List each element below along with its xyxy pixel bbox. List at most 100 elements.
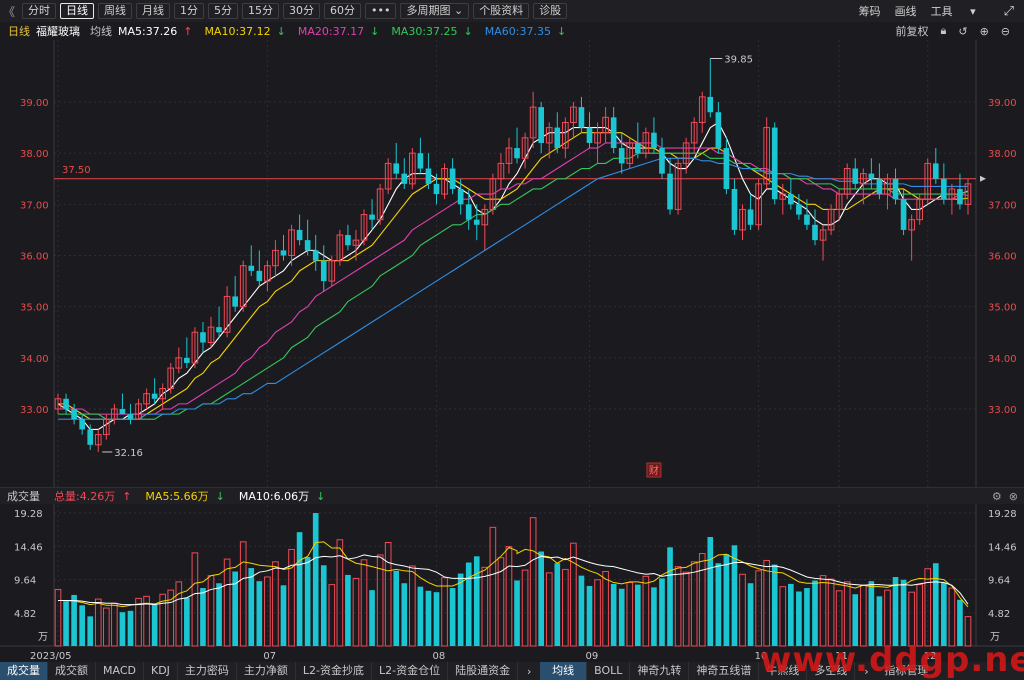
volume-bar-down <box>812 580 818 646</box>
volume-bar-down <box>296 532 303 646</box>
candle-body-down <box>232 296 238 307</box>
volume-total: 总量:4.26万 ↑ <box>47 488 131 504</box>
zoom-out-icon[interactable]: ⊖ <box>1001 25 1010 38</box>
ma30-value: MA30:37.25 ↓ <box>391 25 478 38</box>
arrow-up-icon: ↑ <box>122 490 132 503</box>
diagnose-button[interactable]: 诊股 <box>533 3 568 19</box>
avg-line-label[interactable]: 均线 <box>90 23 112 39</box>
tab-magic-nine[interactable]: 神奇九转 <box>630 662 690 680</box>
period-tab-weekly[interactable]: 周线 <box>98 3 132 19</box>
tab-volume[interactable]: 成交量 <box>0 662 48 680</box>
chevron-down-icon: ⌄ <box>453 4 464 17</box>
volume-header-icons: ⚙ ⊗ <box>985 488 1018 505</box>
candle-body-down <box>63 398 69 409</box>
volume-bar-down <box>369 590 375 646</box>
period-tab-5min[interactable]: 5分 <box>208 3 238 19</box>
tools-dropdown[interactable]: 工具 ▾ <box>931 3 990 19</box>
adjust-mode[interactable]: 前复权 <box>895 23 928 39</box>
ma5-value: MA5:37.26 ↑ <box>118 25 198 38</box>
volume-bar-down <box>747 583 754 646</box>
chevron-right-icon[interactable]: › <box>518 665 540 678</box>
tab-main-net[interactable]: 主力净额 <box>237 662 296 680</box>
multi-period-dropdown[interactable]: 多周期图 ⌄ <box>400 3 470 19</box>
volume-title: 成交量 <box>7 490 40 503</box>
candle-body-down <box>449 168 456 189</box>
date-tick-label: 2023/05 <box>30 651 72 662</box>
price-tick-label-left: 39.00 <box>20 98 49 109</box>
volume-tick-label-left: 19.28 <box>14 509 43 520</box>
price-tick-label-right: 34.00 <box>988 354 1017 365</box>
more-periods-button[interactable]: ••• <box>365 3 397 19</box>
candle-body-down <box>417 153 424 169</box>
tab-l2-bottom[interactable]: L2-资金抄底 <box>296 662 373 680</box>
period-tab-timeshare[interactable]: 分时 <box>22 3 56 19</box>
volume-bar-up <box>545 572 553 647</box>
arrow-down-icon: ↓ <box>316 490 326 503</box>
candle-body-down <box>635 142 641 154</box>
tab-main-code[interactable]: 主力密码 <box>178 662 237 680</box>
tab-ma[interactable]: 均线 <box>540 662 588 680</box>
candle-body-down <box>465 204 472 220</box>
ma10-value: MA10:37.12 ↓ <box>204 25 291 38</box>
volume-bar-down <box>610 583 617 646</box>
volume-bar-up <box>360 559 368 647</box>
stock-profile-button[interactable]: 个股资料 <box>473 3 530 19</box>
volume-ma10-text: MA10:6.06万 <box>238 490 310 503</box>
volume-tick-label-right: 14.46 <box>988 542 1017 553</box>
period-tab-30min[interactable]: 30分 <box>283 3 320 19</box>
volume-bar-up <box>328 584 336 647</box>
expand-icon[interactable]: ⤢ <box>1004 4 1014 19</box>
volume-bar-up <box>835 590 843 647</box>
price-tick-label-right: 37.00 <box>988 200 1017 211</box>
price-tick-label-left: 34.00 <box>20 354 49 365</box>
volume-bar-down <box>788 583 794 646</box>
ma-legend: 日线 福耀玻璃 均线 MA5:37.26 ↑ MA10:37.12 ↓ MA20:3… <box>0 22 1024 40</box>
candle-body-down <box>554 127 561 149</box>
arrow-up-icon: ↑ <box>183 24 193 38</box>
period-tab-15min[interactable]: 15分 <box>242 3 279 19</box>
tab-l2-position[interactable]: L2-资金仓位 <box>372 662 449 680</box>
zoom-in-icon[interactable]: ⊕ <box>980 25 989 38</box>
candle-body-down <box>723 148 730 189</box>
tab-boll[interactable]: BOLL <box>587 662 631 680</box>
close-icon[interactable]: ⊗ <box>1009 490 1018 503</box>
tab-kdj[interactable]: KDJ <box>144 662 178 680</box>
candle-body-down <box>731 188 738 230</box>
candle-body-down <box>200 332 206 343</box>
lock-icon[interactable]: 🔒︎ <box>940 24 946 38</box>
period-tab-60min[interactable]: 60分 <box>324 3 361 19</box>
volume-bar-down <box>941 582 947 646</box>
draw-line-button[interactable]: 画线 <box>895 3 917 19</box>
volume-ma5-text: MA5:5.66万 <box>145 490 209 503</box>
volume-bar-up <box>642 575 650 647</box>
ma20-text: MA20:37.17 <box>297 24 365 38</box>
settings-icon[interactable]: ⚙ <box>992 490 1002 503</box>
tools-label: 工具 <box>930 5 953 18</box>
undo-icon[interactable]: ↺ <box>958 25 967 38</box>
volume-bar-up <box>690 561 698 647</box>
tab-macd[interactable]: MACD <box>96 662 144 680</box>
tab-northbound[interactable]: 陆股通资金 <box>448 662 519 680</box>
chips-button[interactable]: 筹码 <box>859 3 881 19</box>
period-label: 日线 <box>8 25 30 38</box>
volume-bar-down <box>852 594 859 646</box>
volume-bar-down <box>280 585 287 646</box>
finance-marker-label: 财 <box>649 464 659 477</box>
volume-bar-down <box>256 581 263 646</box>
date-tick-label: 07 <box>263 651 276 662</box>
volume-bar-down <box>635 584 641 646</box>
volume-bar-up <box>682 571 690 647</box>
volume-bar-up <box>698 553 706 647</box>
high-price-label: 39.85 <box>724 55 753 66</box>
period-tab-monthly[interactable]: 月线 <box>136 3 170 19</box>
candle-body-down <box>892 178 899 200</box>
ma-line-ma5 <box>57 121 969 431</box>
period-tab-daily[interactable]: 日线 <box>60 3 94 19</box>
volume-bar-up <box>489 526 497 647</box>
back-icon[interactable]: 《 <box>0 3 18 20</box>
volume-bar-up <box>763 559 770 647</box>
volume-bar-up <box>441 577 448 647</box>
tab-turnover[interactable]: 成交额 <box>48 662 96 680</box>
period-tab-1min[interactable]: 1分 <box>174 3 204 19</box>
tab-magic-five[interactable]: 神奇五线谱 <box>689 662 760 680</box>
